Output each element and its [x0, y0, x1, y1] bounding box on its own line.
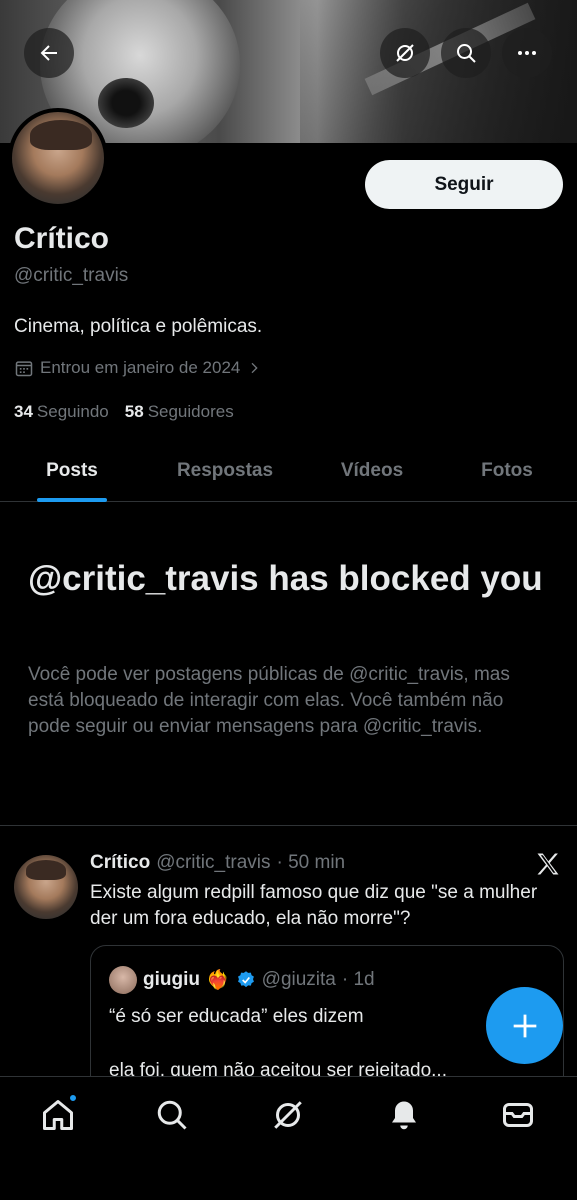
tweet-avatar[interactable] [14, 855, 78, 919]
compose-button[interactable] [486, 987, 563, 1064]
quote-text-line: “é só ser educada” eles dizem [109, 1006, 364, 1027]
active-tab-indicator [37, 498, 107, 502]
quote-header: giugiu ❤️‍🔥 @giuzita · 1d [109, 966, 375, 994]
avatar-hair [30, 120, 92, 150]
joined-text: Entrou em janeiro de 2024 [40, 358, 241, 377]
more-button[interactable] [502, 28, 552, 78]
search-icon [157, 1100, 187, 1130]
joined-date[interactable]: Entrou em janeiro de 2024 [14, 358, 262, 378]
following-count: 34 [14, 402, 33, 421]
tab-replies[interactable]: Respostas [160, 440, 290, 502]
chevron-right-icon [251, 362, 258, 374]
followers-count: 58 [124, 402, 144, 421]
tweet-time[interactable]: · 50 min [276, 852, 345, 874]
verified-badge-icon [237, 971, 254, 988]
tweet-author-handle[interactable]: @critic_travis [156, 852, 270, 874]
profile-name: Crítico [14, 222, 110, 255]
calendar-icon [15, 361, 33, 377]
nav-home[interactable] [40, 1093, 78, 1133]
bell-icon [392, 1101, 416, 1130]
profile-tabs: Posts Respostas Vídeos Fotos [0, 440, 577, 502]
nav-notifications[interactable] [386, 1097, 422, 1133]
tweet-header: Crítico @critic_travis · 50 min [90, 852, 345, 874]
followers-label: Seguidores [147, 402, 234, 421]
heart-fire-emoji: ❤️‍🔥 [205, 970, 230, 991]
tweet-author-name[interactable]: Crítico [90, 852, 150, 874]
follow-button[interactable]: Seguir [365, 160, 563, 209]
tab-label: Respostas [176, 460, 274, 481]
nav-grok[interactable] [270, 1097, 306, 1133]
profile-stats: 34 Seguindo 58 Seguidores [14, 402, 234, 422]
quote-avatar [109, 966, 137, 994]
more-icon [518, 51, 536, 55]
search-button[interactable] [441, 28, 491, 78]
nav-messages[interactable] [500, 1097, 536, 1133]
nav-search[interactable] [154, 1097, 190, 1133]
plus-icon [513, 1014, 536, 1037]
blocked-title: @critic_travis has blocked you [28, 559, 543, 598]
followers-stat[interactable]: 58 Seguidores [125, 402, 234, 422]
tab-videos[interactable]: Vídeos [320, 440, 424, 502]
profile-avatar[interactable] [8, 108, 108, 208]
blocked-description: Você pode ver postagens públicas de @cri… [28, 664, 510, 737]
profile-bio: Cinema, política e polêmicas. [14, 316, 263, 337]
quote-time: · 1d [341, 969, 375, 990]
tab-photos[interactable]: Fotos [455, 440, 559, 502]
tab-posts[interactable]: Posts [20, 440, 124, 502]
profile-handle: @critic_travis [14, 265, 129, 286]
arrow-left-icon [40, 45, 57, 61]
tweet-text: Existe algum redpill famoso que diz que … [90, 882, 538, 929]
following-label: Seguindo [36, 402, 109, 421]
following-stat[interactable]: 34 Seguindo [14, 402, 109, 422]
grok-button[interactable] [380, 28, 430, 78]
tab-label: Fotos [481, 460, 533, 481]
back-button[interactable] [24, 28, 74, 78]
banner-mouth [98, 78, 154, 128]
avatar-hair [26, 860, 66, 880]
notification-dot [68, 1093, 78, 1103]
divider [0, 825, 577, 826]
search-icon [457, 44, 476, 63]
grok-icon [396, 44, 414, 62]
tab-label: Vídeos [340, 460, 404, 481]
grok-icon [274, 1101, 302, 1129]
bottom-nav [0, 1076, 577, 1200]
x-logo-icon[interactable] [534, 850, 562, 878]
mail-icon [503, 1103, 533, 1127]
tab-label: Posts [46, 460, 98, 481]
quote-author-name: giugiu [143, 969, 200, 990]
quote-author-handle: @giuzita [261, 969, 336, 990]
